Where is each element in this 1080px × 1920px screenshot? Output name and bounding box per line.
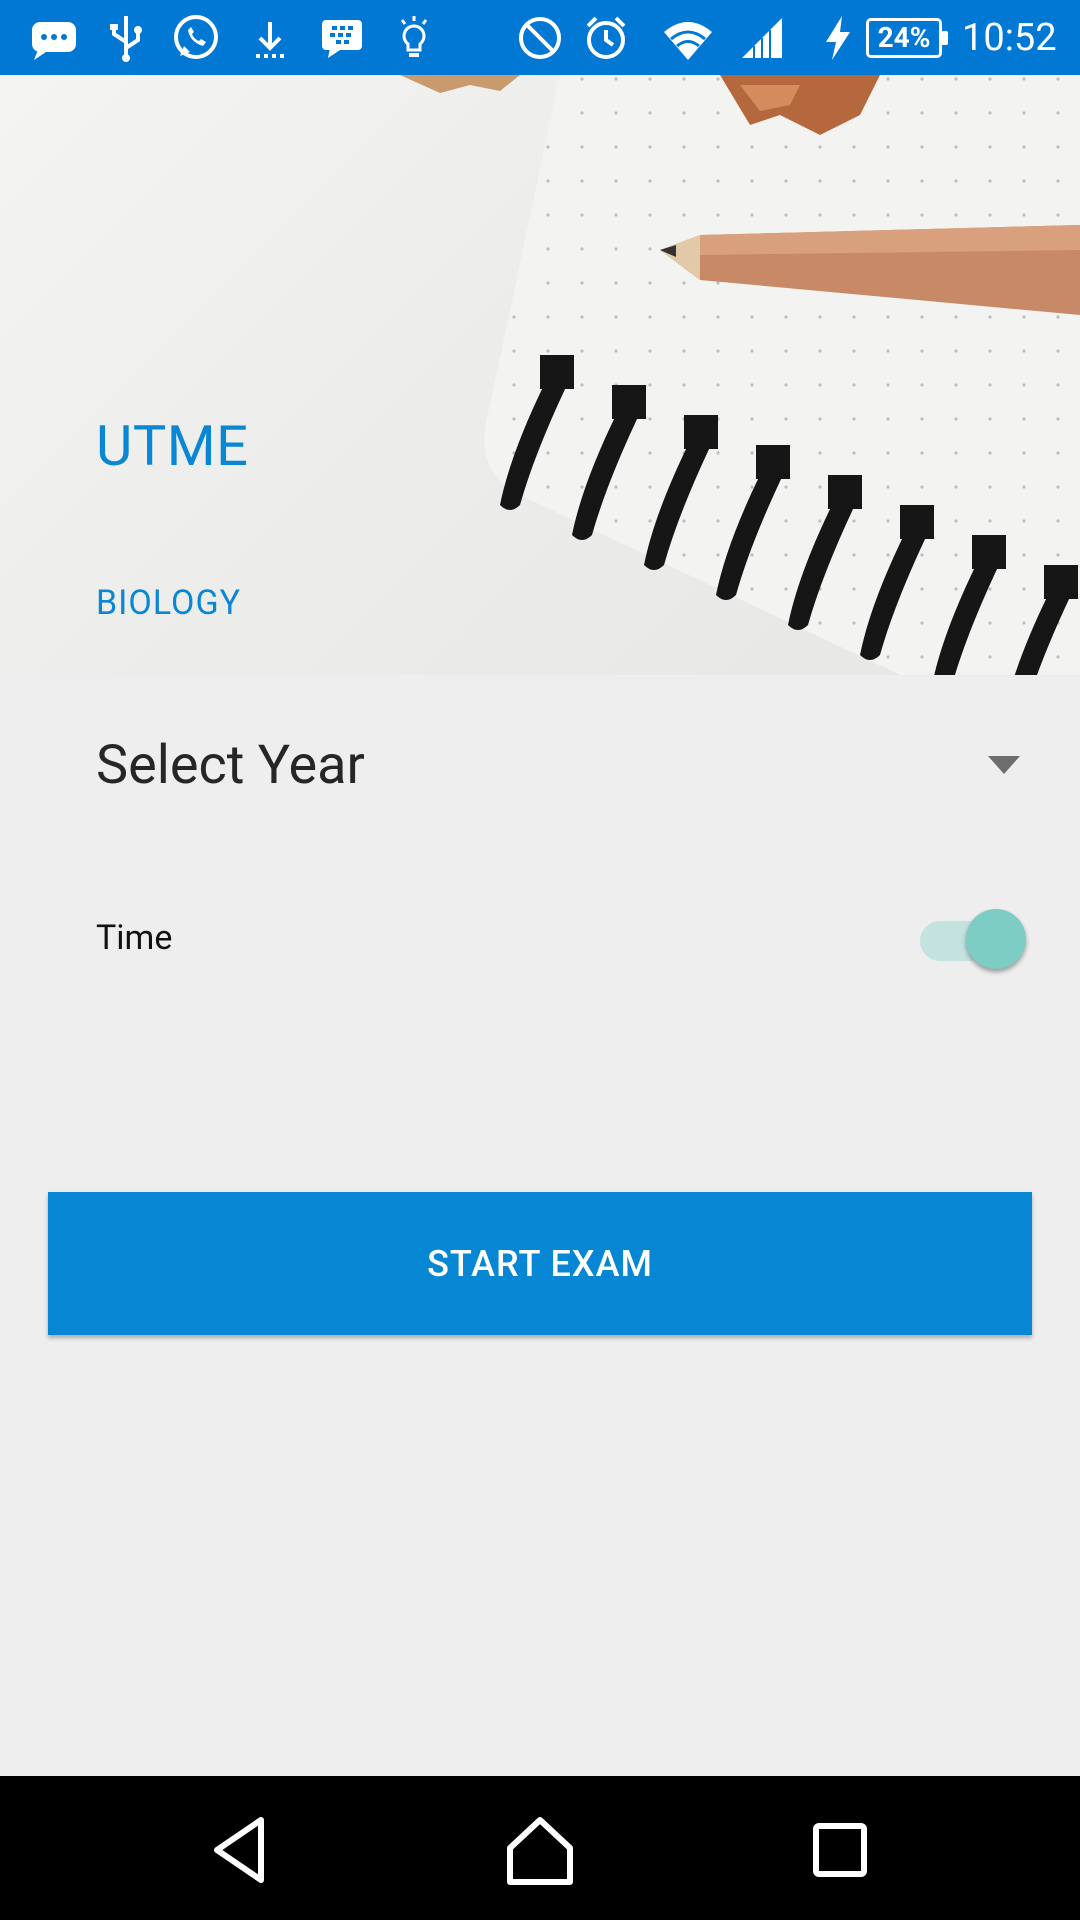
status-bar: 24% 10:52 xyxy=(0,0,1080,75)
toggle-thumb xyxy=(966,908,1026,969)
exam-setup-screen: 24% 10:52 UTME BIOLOGY Select Year Time … xyxy=(0,0,1080,1920)
alarm-icon xyxy=(580,12,632,64)
whatsapp-icon xyxy=(170,12,222,64)
do-not-disturb-icon xyxy=(514,12,566,64)
message-icon xyxy=(28,12,80,64)
time-toggle[interactable] xyxy=(914,903,1026,973)
year-select-label: Select Year xyxy=(96,733,365,797)
download-icon xyxy=(244,12,296,64)
back-icon[interactable] xyxy=(203,1812,279,1888)
header-image: UTME BIOLOGY xyxy=(0,75,1080,675)
usb-icon xyxy=(100,12,152,64)
navigation-bar xyxy=(0,1776,1080,1920)
time-row: Time xyxy=(96,900,1026,975)
time-label: Time xyxy=(96,917,173,958)
header-title: UTME xyxy=(96,413,249,479)
start-exam-button[interactable]: START EXAM xyxy=(48,1192,1032,1335)
home-icon[interactable] xyxy=(502,1812,578,1888)
clock: 10:52 xyxy=(962,16,1057,60)
bulb-icon xyxy=(388,12,440,64)
recents-icon[interactable] xyxy=(802,1812,878,1888)
year-select[interactable]: Select Year xyxy=(96,720,1026,810)
battery-icon: 24% xyxy=(866,18,948,58)
bbm-icon xyxy=(316,12,368,64)
chevron-down-icon xyxy=(988,756,1020,774)
wifi-icon xyxy=(662,12,714,64)
signal-icon xyxy=(736,12,788,64)
header-subject: BIOLOGY xyxy=(96,583,242,623)
charging-icon xyxy=(818,12,858,64)
